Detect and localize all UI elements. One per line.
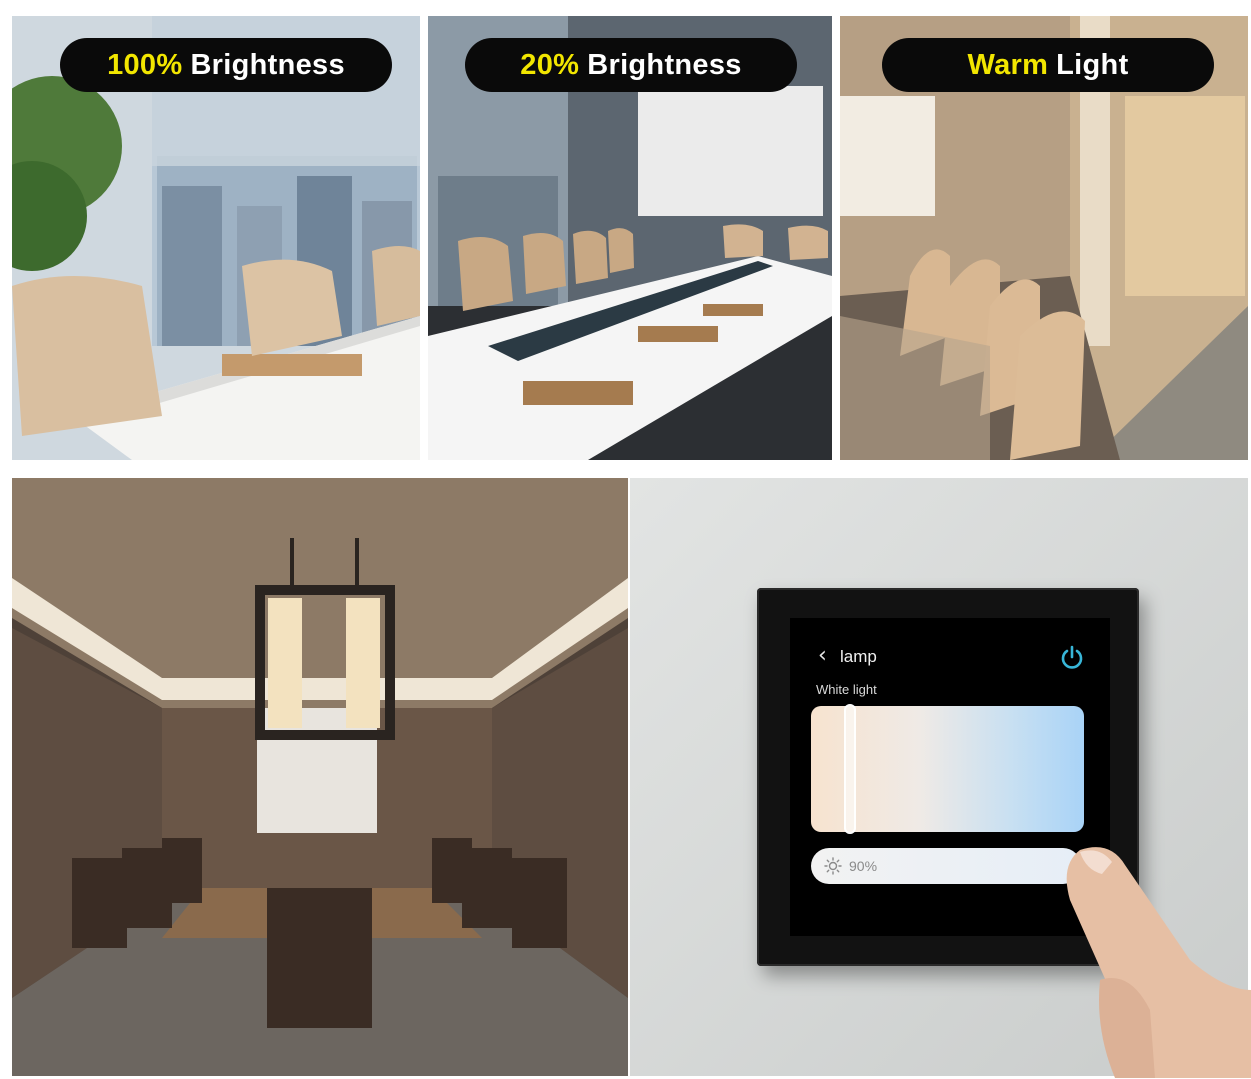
white-light-label: White light <box>816 682 877 697</box>
label-warm-light: Warm Light <box>882 38 1214 92</box>
label-text: Brightness <box>190 48 345 81</box>
photo-boardroom <box>12 478 628 1076</box>
label-text: Brightness <box>587 48 742 81</box>
label-highlight: 20% <box>520 48 580 81</box>
label-highlight: Warm <box>967 48 1049 81</box>
brightness-value: 90% <box>849 858 878 874</box>
device-title: lamp <box>840 647 877 666</box>
label-text: Light <box>1056 48 1129 81</box>
back-chevron-icon[interactable]: ‹ <box>818 645 827 667</box>
sun-icon <box>824 857 842 875</box>
label-highlight: 100% <box>107 48 183 81</box>
color-temperature-handle[interactable] <box>844 704 856 834</box>
label-full-brightness: 100% Brightness <box>60 38 392 92</box>
power-icon[interactable] <box>1058 644 1086 672</box>
label-low-brightness: 20% Brightness <box>465 38 797 92</box>
finger-hand <box>1066 847 1251 1078</box>
